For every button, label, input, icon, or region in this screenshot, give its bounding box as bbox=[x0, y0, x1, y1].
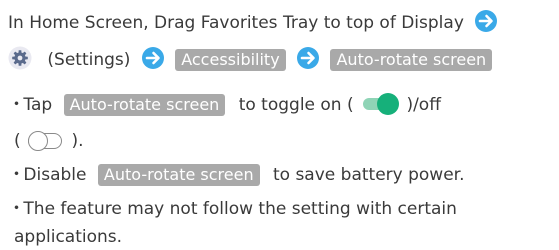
note-1-continuation: ( ). bbox=[14, 128, 84, 154]
gear-icon bbox=[8, 46, 32, 70]
note-2: ・ Disable Auto-rotate screen to save bat… bbox=[8, 162, 465, 188]
note-1-close: ). bbox=[71, 131, 84, 151]
bullet: ・ bbox=[8, 165, 25, 185]
step-line-1: In Home Screen, Drag Favorites Tray to t… bbox=[8, 10, 503, 36]
note-2-prefix: Disable bbox=[23, 165, 87, 185]
toggle-off-icon bbox=[28, 131, 64, 151]
accessibility-key: Accessibility bbox=[175, 49, 286, 71]
autorotate-key: Auto-rotate screen bbox=[63, 94, 226, 116]
step-line-2: (Settings) Accessibility Auto-rotate scr… bbox=[8, 46, 493, 72]
arrow-right-circle-icon bbox=[297, 47, 320, 69]
note-3-text-2: applications. bbox=[14, 227, 123, 247]
bullet: ・ bbox=[8, 199, 25, 219]
intro-text: In Home Screen, Drag Favorites Tray to t… bbox=[8, 13, 464, 33]
note-1-prefix: Tap bbox=[23, 95, 53, 115]
note-1-open-paren: ( bbox=[14, 131, 21, 151]
note-3-continuation: applications. bbox=[14, 224, 122, 250]
note-1: ・ Tap Auto-rotate screen to toggle on ( … bbox=[8, 92, 441, 118]
note-1-suffix: )/off bbox=[406, 95, 441, 115]
toggle-on-icon bbox=[361, 93, 400, 115]
arrow-right-circle-icon bbox=[475, 10, 498, 32]
bullet: ・ bbox=[8, 95, 25, 115]
note-1-middle: to toggle on ( bbox=[238, 95, 354, 115]
note-3-text: The feature may not follow the setting w… bbox=[23, 199, 457, 219]
autorotate-key: Auto-rotate screen bbox=[330, 49, 493, 71]
autorotate-key: Auto-rotate screen bbox=[97, 164, 260, 186]
note-3: ・ The feature may not follow the setting… bbox=[8, 196, 457, 222]
note-2-suffix: to save battery power. bbox=[272, 165, 465, 185]
arrow-right-circle-icon bbox=[141, 47, 164, 69]
settings-label: (Settings) bbox=[47, 50, 131, 70]
